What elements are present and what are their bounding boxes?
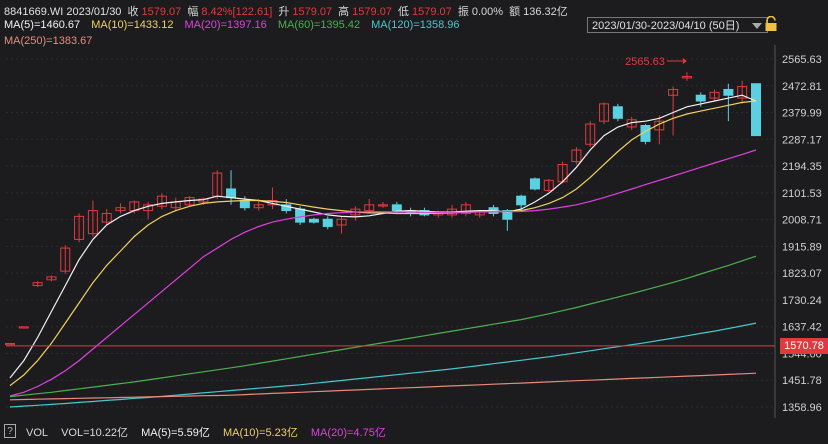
candle-body [516, 195, 527, 206]
candle-body [612, 106, 623, 119]
candlestick-chart: 2565.63 2472.81 2379.99 2287.17 2194.35 2101.… [5, 45, 822, 418]
candle-body [695, 94, 706, 102]
current-price-tag: 1570.78 [780, 337, 828, 354]
vol-ma20: MA(20)=4.75亿 [310, 427, 386, 439]
y-tick-label: 2194.35 [782, 161, 822, 173]
candle-body [226, 188, 237, 199]
candle-body [295, 208, 306, 223]
volume-values: VOL VOL=10.22亿 MA(5)=5.59亿 MA(10)=5.23亿 … [26, 424, 396, 440]
candle-body [5, 343, 15, 346]
y-tick-label: 1915.89 [782, 241, 822, 253]
candle-body [529, 178, 540, 190]
candle-body [391, 204, 402, 212]
y-tick-label: 1730.24 [782, 295, 822, 307]
candle-body [751, 83, 761, 137]
candle-body [723, 88, 734, 96]
y-tick-label: 2565.63 [782, 54, 822, 66]
help-icon[interactable]: ? [4, 424, 16, 438]
y-tick-label: 2472.81 [782, 81, 822, 93]
ma-line-ma120 [9, 322, 757, 408]
candle-body [239, 199, 250, 209]
y-tick-label: 1358.96 [782, 402, 822, 414]
y-tick-label: 1451.78 [782, 375, 822, 387]
y-tick-label: 2379.99 [782, 108, 822, 120]
y-tick-label: 2101.53 [782, 188, 822, 200]
y-tick-label: 1823.07 [782, 268, 822, 280]
volume-indicator-bar: ? VOL VOL=10.22亿 MA(5)=5.59亿 MA(10)=5.23… [0, 420, 828, 444]
max-value-label: 2565.63 [625, 56, 665, 68]
vol-value: VOL=10.22亿 [61, 427, 129, 439]
candle-body [18, 326, 29, 329]
ma-line-ma250 [9, 372, 757, 401]
y-tick-label: 2287.17 [782, 134, 822, 146]
vol-label: VOL [26, 427, 49, 439]
candle-body [308, 218, 319, 223]
candle-body [322, 218, 333, 227]
vol-ma5: MA(5)=5.59亿 [141, 427, 210, 439]
vol-ma10: MA(10)=5.23亿 [222, 427, 298, 439]
y-tick-label: 2008.71 [782, 215, 822, 227]
y-tick-label: 1637.42 [782, 322, 822, 334]
